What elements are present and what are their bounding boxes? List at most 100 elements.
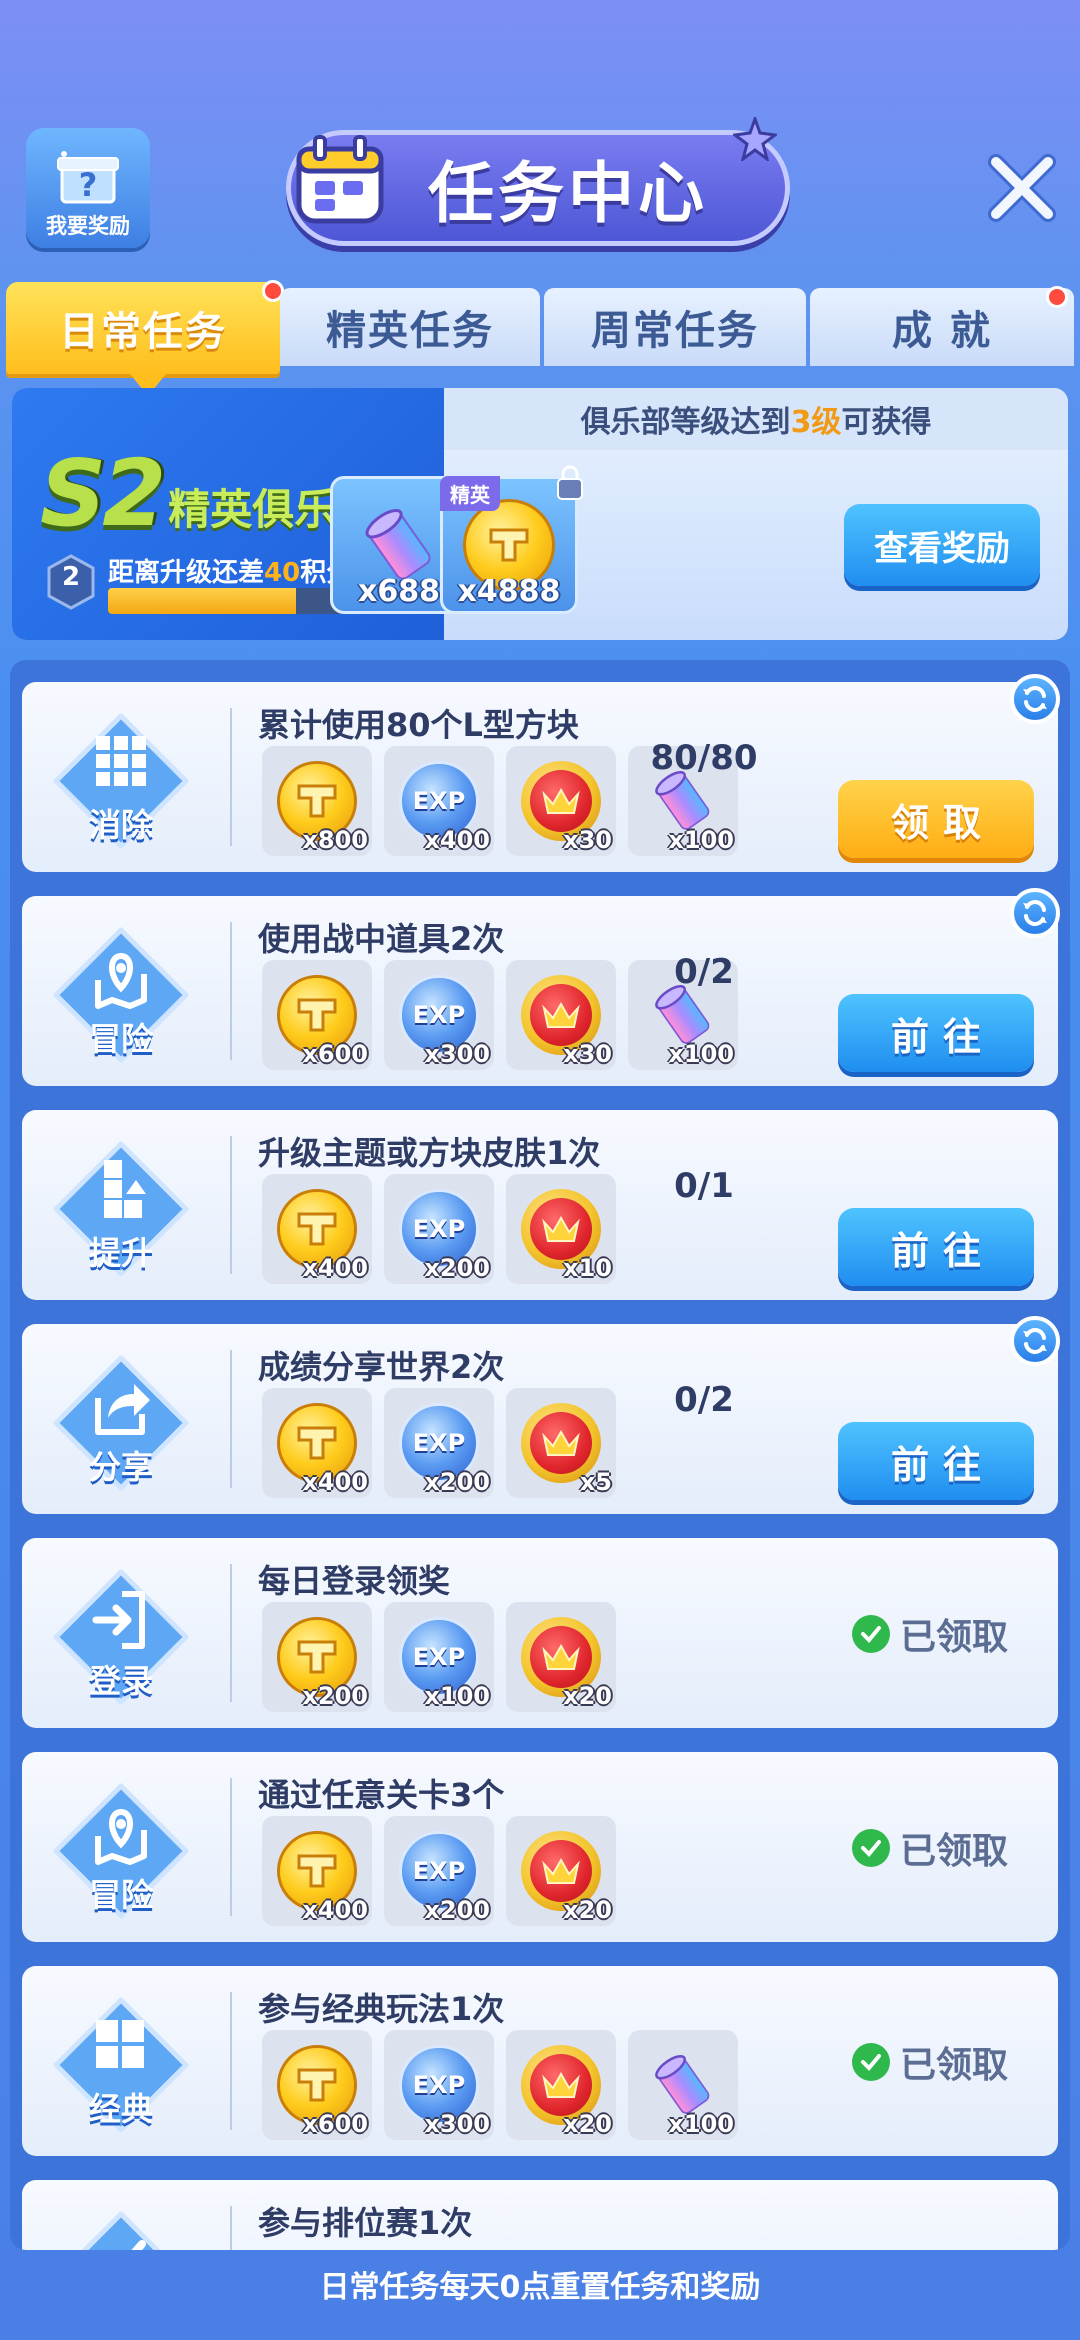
reward-quantity: x100	[668, 1040, 734, 1068]
reward-quantity: x300	[424, 1040, 490, 1068]
reward-quantity: x100	[424, 1682, 490, 1710]
tab-daily-label: 日常任务	[59, 309, 227, 355]
task-progress: 80/80	[650, 738, 758, 778]
task-rewards: x600 EXP x300 x20 x100	[262, 2030, 738, 2140]
reward-item: x600	[262, 960, 372, 1070]
claimed-status: 已领取	[852, 2036, 1008, 2088]
reward-quantity: x30	[563, 1040, 612, 1068]
claim-button[interactable]: 领取	[838, 780, 1034, 858]
reward-quantity: x4888	[457, 574, 561, 609]
club-requirement: 俱乐部等级达到 3级 可获得	[444, 388, 1068, 450]
reward-item: EXP x200	[384, 1388, 494, 1498]
go-button[interactable]: 前往	[838, 994, 1034, 1072]
task-card: 消除 累计使用80个L型方块 x800 EXP x400 x30 x100 80/80 领取	[22, 682, 1058, 872]
tab-achievements[interactable]: 成 就	[810, 286, 1074, 366]
reward-item: x10	[506, 1174, 616, 1284]
reward-quantity: x400	[424, 826, 490, 854]
close-icon[interactable]	[986, 152, 1058, 224]
requirement-level: 3级	[790, 405, 842, 440]
reward-item: x30	[506, 746, 616, 856]
reward-item: x100	[628, 2030, 738, 2140]
refresh-icon[interactable]	[1010, 1316, 1060, 1366]
reward-item: EXP x200	[384, 1816, 494, 1926]
tab-bar: 日常任务 精英任务 周常任务 成 就	[0, 280, 1080, 396]
gift-box-icon: ?	[57, 151, 119, 204]
reward-quantity: x30	[563, 826, 612, 854]
task-rewards: x400 EXP x200 x10	[262, 1174, 616, 1284]
club-name: S2 精英俱乐部	[40, 440, 378, 547]
footer-note: 日常任务每天0点重置任务和奖励	[319, 2270, 761, 2305]
page-title-plate: 任务中心	[286, 117, 790, 246]
tab-weekly-label: 周常任务	[591, 308, 759, 354]
lock-icon	[557, 465, 583, 500]
tab-weekly[interactable]: 周常任务	[544, 288, 806, 366]
divider	[230, 2206, 232, 2250]
reward-quantity: x800	[302, 826, 368, 854]
grid-icon	[53, 713, 189, 849]
club-reward-coin[interactable]: 精英 x4888	[440, 465, 583, 614]
requirement-suffix: 可获得	[841, 405, 932, 440]
tab-elite-label: 精英任务	[326, 308, 494, 354]
divider	[230, 922, 232, 1060]
requirement-prefix: 俱乐部等级达到	[580, 405, 791, 440]
view-rewards-button[interactable]: 查看奖励	[844, 504, 1040, 586]
refresh-icon[interactable]	[1010, 674, 1060, 724]
reward-item: x20	[506, 1602, 616, 1712]
rank-icon	[81, 2211, 161, 2250]
blocks-up-icon	[53, 1141, 189, 1277]
check-icon	[852, 2043, 890, 2081]
reward-quantity: x20	[563, 1682, 612, 1710]
login-icon	[53, 1569, 189, 1705]
task-rewards: x400 EXP x200 x5	[262, 1388, 616, 1498]
reward-item: x400	[262, 1816, 372, 1926]
refresh-icon[interactable]	[1010, 888, 1060, 938]
reward-item: x20	[506, 1816, 616, 1926]
claimed-label: 已领取	[900, 1617, 1009, 1658]
task-card: 提升 升级主题或方块皮肤1次 x400 EXP x200 x10 0/1 前往	[22, 1110, 1058, 1300]
reward-quantity: x200	[424, 1896, 490, 1924]
task-card: 分享 成绩分享世界2次 x400 EXP x200 x5 0/2 前往	[22, 1324, 1058, 1514]
task-card: 参与排位赛1次	[22, 2180, 1058, 2250]
reward-item: EXP x300	[384, 960, 494, 1070]
task-title: 每日登录领奖	[258, 1562, 451, 1600]
reward-item: EXP x300	[384, 2030, 494, 2140]
divider	[230, 1136, 232, 1274]
reward-quantity: x400	[302, 1468, 368, 1496]
reward-quantity: x5	[579, 1468, 612, 1496]
map-pin-icon	[53, 1783, 189, 1919]
reward-item: x20	[506, 2030, 616, 2140]
club-progress-fill	[108, 588, 297, 614]
task-list[interactable]: 消除 累计使用80个L型方块 x800 EXP x400 x30 x100 80/80 领取 冒险…	[10, 660, 1070, 2250]
task-progress: 0/2	[674, 1380, 734, 1420]
claimed-label: 已领取	[900, 1831, 1009, 1872]
task-title: 参与经典玩法1次	[258, 1990, 505, 2028]
classic-grid-icon	[53, 1997, 189, 2133]
points-needed: 40	[264, 558, 301, 588]
task-title: 升级主题或方块皮肤1次	[258, 1134, 601, 1172]
task-title: 参与排位赛1次	[258, 2204, 473, 2242]
reward-item: x600	[262, 2030, 372, 2140]
task-title: 累计使用80个L型方块	[258, 706, 579, 744]
reward-item: x30	[506, 960, 616, 1070]
go-button[interactable]: 前往	[838, 1422, 1034, 1500]
divider	[230, 1564, 232, 1702]
task-title: 使用战中道具2次	[258, 920, 505, 958]
task-card: 登录 每日登录领奖 x200 EXP x100 x20 已领取	[22, 1538, 1058, 1728]
task-card: 冒险 使用战中道具2次 x600 EXP x300 x30 x100 0/2 前往	[22, 896, 1058, 1086]
reward-item: EXP x200	[384, 1174, 494, 1284]
check-icon	[852, 1829, 890, 1867]
go-button[interactable]: 前往	[838, 1208, 1034, 1286]
reward-quantity: x400	[302, 1896, 368, 1924]
tab-elite[interactable]: 精英任务	[280, 288, 540, 366]
divider	[230, 1350, 232, 1488]
claimed-status: 已领取	[852, 1608, 1008, 1660]
reward-quantity: x200	[424, 1254, 490, 1282]
reward-button[interactable]: ? 我要奖励	[26, 128, 150, 248]
reward-quantity: x100	[668, 2110, 734, 2138]
reward-quantity: x300	[424, 2110, 490, 2138]
reward-quantity: x20	[563, 2110, 612, 2138]
tab-daily[interactable]: 日常任务	[6, 280, 284, 396]
club-banner: S2 精英俱乐部 2 距离升级还差40积分 俱乐部等级达到 3级 可获得 x688	[12, 388, 1068, 640]
divider	[230, 1778, 232, 1916]
calendar-icon	[296, 135, 384, 224]
